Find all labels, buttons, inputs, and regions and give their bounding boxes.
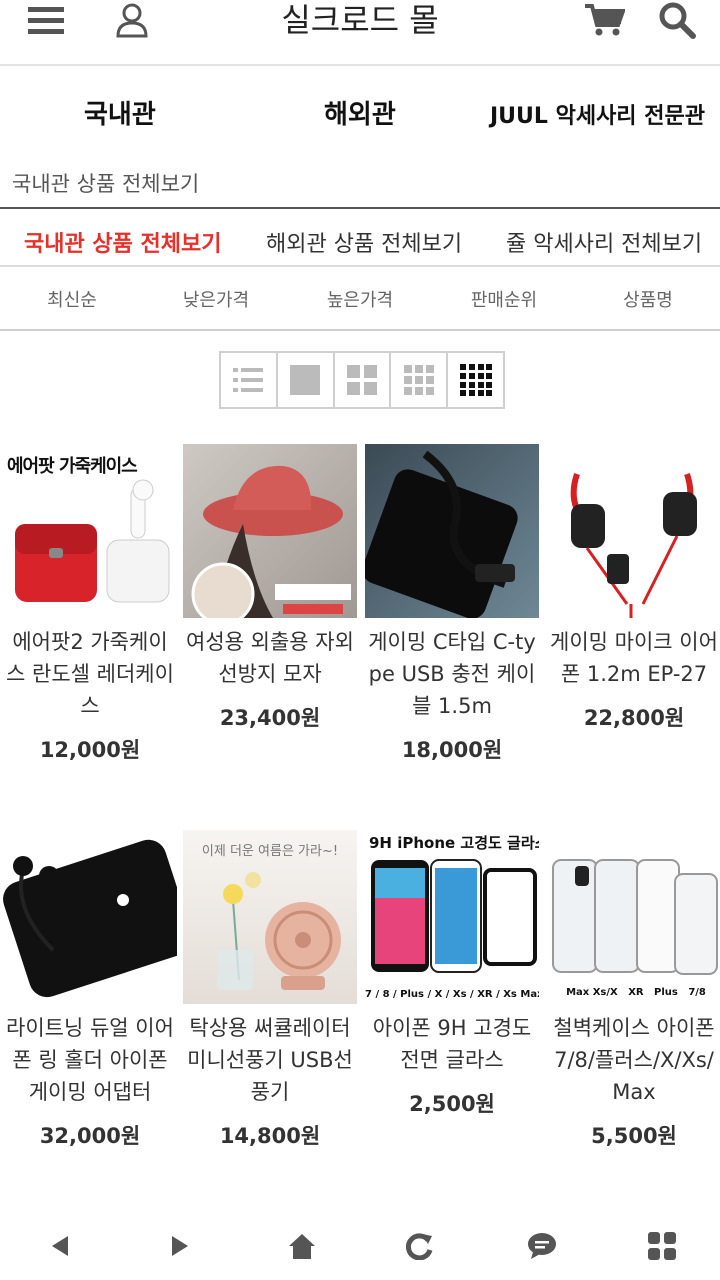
- product-image-lightning-adapter[interactable]: [3, 830, 177, 1004]
- product-card[interactable]: 9H iPhone 고경도 글라스 7 / 8 / Plus / X / Xs …: [362, 830, 542, 1118]
- product-name[interactable]: 여성용 외출용 자외선방지 모자: [180, 626, 360, 690]
- view-mode-toggle: [219, 351, 505, 409]
- product-price: 18,000원: [401, 738, 503, 762]
- product-name[interactable]: 라이트닝 듀얼 이어폰 링 홀더 아이폰 게이밍 어댑터: [0, 1012, 180, 1108]
- product-card[interactable]: 이제 더운 여름은 가라~! 탁상용 써큘레이터 미니선풍기 USB선풍기 14…: [180, 830, 360, 1150]
- tab-overseas[interactable]: 해외관: [324, 94, 396, 131]
- list-view-icon[interactable]: [221, 353, 278, 407]
- product-name[interactable]: 게이밍 C타입 C-type USB 충전 케이블 1.5m: [362, 626, 542, 722]
- product-image-usb-fan[interactable]: 이제 더운 여름은 가라~!: [183, 830, 357, 1004]
- product-card[interactable]: 게이밍 마이크 이어폰 1.2m EP-27 22,800원: [544, 444, 720, 732]
- chat-icon[interactable]: [522, 1230, 562, 1262]
- sort-bar: 최신순 낮은가격 높은가격 판매순위 상품명: [0, 267, 720, 331]
- single-grid-icon[interactable]: [278, 353, 335, 407]
- product-image-usb-cable[interactable]: [365, 444, 539, 618]
- sort-low-price[interactable]: 낮은가격: [144, 286, 288, 312]
- product-image-airpods-case[interactable]: 에어팟 가죽케이스: [3, 444, 177, 618]
- product-name[interactable]: 탁상용 써큘레이터 미니선풍기 USB선풍기: [180, 1012, 360, 1108]
- product-name[interactable]: 에어팟2 가죽케이스 란도셀 레더케이스: [0, 626, 180, 722]
- product-name[interactable]: 아이폰 9H 고경도 전면 글라스: [362, 1012, 542, 1076]
- product-image-hat[interactable]: [183, 444, 357, 618]
- product-name[interactable]: 게이밍 마이크 이어폰 1.2m EP-27: [544, 626, 720, 690]
- grid-4-icon[interactable]: [448, 353, 503, 407]
- back-icon[interactable]: [40, 1230, 80, 1262]
- product-image-caption: Max Xs/X XR Plus 7/8: [566, 987, 706, 998]
- category-tab-juul-all[interactable]: 쥴 악세사리 전체보기: [506, 226, 702, 258]
- product-price: 5,500원: [591, 1124, 677, 1148]
- product-card[interactable]: 게이밍 C타입 C-type USB 충전 케이블 1.5m 18,000원: [362, 444, 542, 764]
- product-price: 2,500원: [409, 1092, 495, 1116]
- product-image-clear-case[interactable]: Max Xs/X XR Plus 7/8: [547, 830, 720, 1004]
- section-label: 국내관 상품 전체보기: [12, 172, 200, 196]
- product-image-gaming-earphones[interactable]: [547, 444, 720, 618]
- cart-icon[interactable]: [584, 0, 626, 40]
- home-icon[interactable]: [282, 1230, 322, 1262]
- category-tabs: 국내관 상품 전체보기 해외관 상품 전체보기 쥴 악세사리 전체보기: [0, 207, 720, 267]
- product-image-subcaption: 7 / 8 / Plus / X / Xs / XR / Xs Max: [365, 989, 539, 1000]
- product-name[interactable]: 철벽케이스 아이폰 7/8/플러스/X/Xs/Max: [544, 1012, 720, 1108]
- apps-icon[interactable]: [642, 1230, 682, 1262]
- mall-tabs: 국내관 해외관 JUUL 악세사리 전문관: [0, 80, 720, 142]
- category-tab-domestic-all[interactable]: 국내관 상품 전체보기: [24, 226, 221, 258]
- product-card[interactable]: 여성용 외출용 자외선방지 모자 23,400원: [180, 444, 360, 732]
- grid-2-icon[interactable]: [335, 353, 392, 407]
- tab-juul-accessories[interactable]: JUUL 악세사리 전문관: [490, 98, 705, 130]
- product-price: 22,800원: [583, 706, 685, 730]
- forward-icon[interactable]: [160, 1230, 200, 1262]
- product-price: 14,800원: [219, 1124, 321, 1148]
- search-icon[interactable]: [656, 0, 698, 40]
- sort-newest[interactable]: 최신순: [0, 286, 144, 312]
- grid-3-icon[interactable]: [391, 353, 449, 407]
- product-price: 12,000원: [39, 738, 141, 762]
- tab-domestic[interactable]: 국내관: [84, 94, 156, 131]
- top-bar: 실크로드 몰: [0, 0, 720, 66]
- sort-sales-rank[interactable]: 판매순위: [432, 286, 576, 312]
- product-card[interactable]: 라이트닝 듀얼 이어폰 링 홀더 아이폰 게이밍 어댑터 32,000원: [0, 830, 180, 1150]
- sort-high-price[interactable]: 높은가격: [288, 286, 432, 312]
- product-price: 32,000원: [39, 1124, 141, 1148]
- product-card[interactable]: Max Xs/X XR Plus 7/8 철벽케이스 아이폰 7/8/플러스/X…: [544, 830, 720, 1150]
- refresh-icon[interactable]: [400, 1230, 440, 1262]
- sort-product-name[interactable]: 상품명: [576, 286, 720, 312]
- category-tab-overseas-all[interactable]: 해외관 상품 전체보기: [266, 226, 462, 258]
- bottom-nav: [0, 1212, 720, 1280]
- product-card[interactable]: 에어팟 가죽케이스 에어팟2 가죽케이스 란도셀 레더케이스 12,000원: [0, 444, 180, 764]
- product-price: 23,400원: [219, 706, 321, 730]
- product-image-tempered-glass[interactable]: 9H iPhone 고경도 글라스 7 / 8 / Plus / X / Xs …: [365, 830, 539, 1004]
